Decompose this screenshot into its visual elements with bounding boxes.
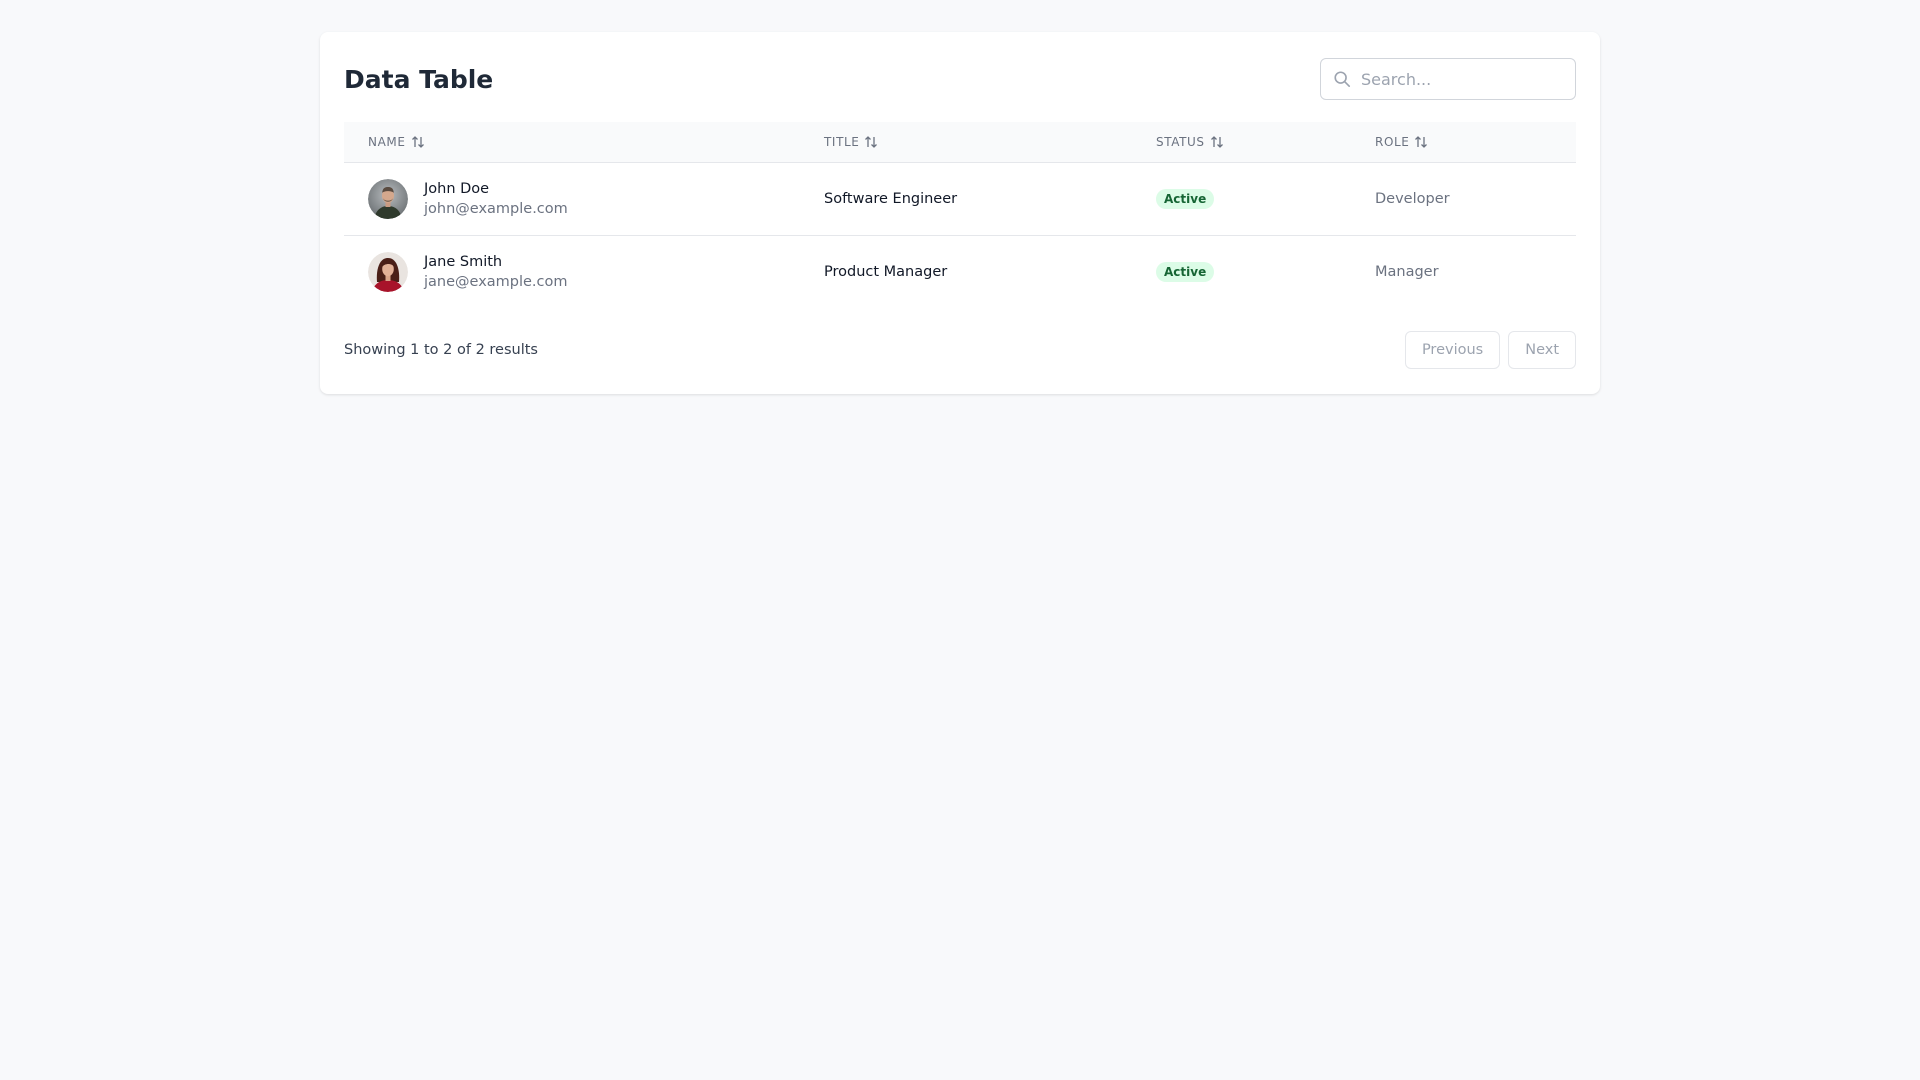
column-header-title[interactable]: TITLE <box>824 122 1156 162</box>
title-cell: Product Manager <box>824 263 948 280</box>
user-name: Jane Smith <box>424 253 503 270</box>
avatar <box>368 251 408 292</box>
column-header-name[interactable]: NAME <box>344 122 824 162</box>
column-header-status[interactable]: STATUS <box>1156 122 1375 162</box>
pagination-footer: Showing 1 to 2 of 2 results Previous Nex… <box>344 308 1576 400</box>
table-row[interactable]: Jane Smith jane@example.com Product Mana… <box>344 235 1576 308</box>
sort-arrows-icon[interactable] <box>411 135 425 149</box>
name-cell: Jane Smith jane@example.com <box>344 235 824 308</box>
search-icon <box>1334 71 1351 88</box>
results-summary: Showing 1 to 2 of 2 results <box>344 342 538 358</box>
sort-arrows-icon[interactable] <box>864 135 878 149</box>
user-email: jane@example.com <box>424 273 568 290</box>
data-table-card: Data Table NAME <box>320 32 1600 394</box>
avatar <box>368 178 408 219</box>
user-cell: Jane Smith jane@example.com <box>368 251 824 292</box>
user-email: john@example.com <box>424 200 568 217</box>
status-cell: Active <box>1156 162 1375 235</box>
user-info: John Doe john@example.com <box>424 179 568 219</box>
table-row[interactable]: John Doe john@example.com Software Engin… <box>344 162 1576 235</box>
search-box[interactable] <box>1320 58 1576 100</box>
user-info: Jane Smith jane@example.com <box>424 252 568 292</box>
column-header-label: NAME <box>368 134 406 149</box>
column-header-label: STATUS <box>1156 134 1205 149</box>
pagination-controls: Previous Next <box>1404 331 1576 369</box>
role-cell: Developer <box>1375 190 1450 207</box>
data-table: NAME TITLE STATUS ROLE John Doe john@exa… <box>344 122 1576 308</box>
name-cell: John Doe john@example.com <box>344 162 824 235</box>
header-row: NAME TITLE STATUS ROLE <box>344 122 1576 162</box>
card-header: Data Table <box>344 32 1576 122</box>
status-cell: Active <box>1156 235 1375 308</box>
previous-button[interactable]: Previous <box>1404 331 1501 369</box>
title-cell: Software Engineer <box>824 190 958 207</box>
next-button[interactable]: Next <box>1508 331 1576 369</box>
column-header-label: ROLE <box>1375 134 1410 149</box>
status-badge: Active <box>1156 188 1215 209</box>
table-body: John Doe john@example.com Software Engin… <box>344 162 1576 308</box>
status-badge: Active <box>1156 261 1215 282</box>
sort-arrows-icon[interactable] <box>1210 135 1224 149</box>
search-input[interactable] <box>1321 59 1575 99</box>
page-title: Data Table <box>344 64 494 94</box>
column-header-label: TITLE <box>824 134 860 149</box>
sort-arrows-icon[interactable] <box>1414 135 1428 149</box>
user-cell: John Doe john@example.com <box>368 178 824 219</box>
column-header-role[interactable]: ROLE <box>1375 122 1576 162</box>
table-header: NAME TITLE STATUS ROLE <box>344 122 1576 162</box>
role-cell: Manager <box>1375 263 1439 280</box>
user-name: John Doe <box>424 180 490 197</box>
